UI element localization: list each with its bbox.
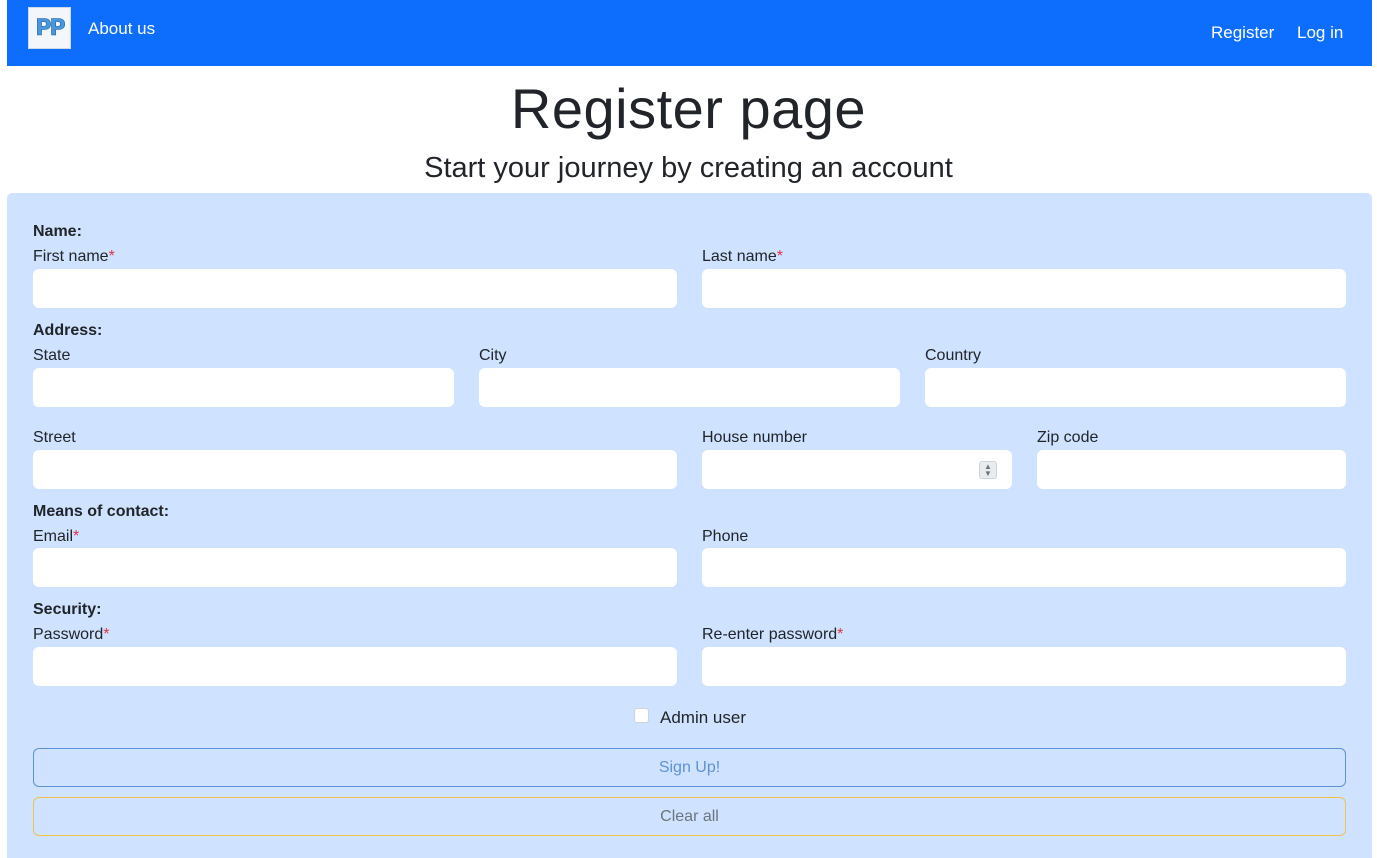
logo-text: PP xyxy=(35,15,66,41)
street-input[interactable] xyxy=(33,450,677,489)
city-label: City xyxy=(479,347,507,364)
page-subtitle: Start your journey by creating an accoun… xyxy=(424,152,953,184)
phone-input[interactable] xyxy=(702,548,1346,587)
state-label: State xyxy=(33,347,71,364)
last-name-input[interactable] xyxy=(702,269,1346,308)
sign-up-button[interactable]: Sign Up! xyxy=(33,748,1346,787)
required-marker: * xyxy=(837,626,844,643)
password-label: Password* xyxy=(33,626,109,644)
email-input[interactable] xyxy=(33,548,677,587)
last-name-label: Last name* xyxy=(702,248,783,266)
page-title: Register page xyxy=(510,77,867,140)
country-label: Country xyxy=(925,347,982,364)
house-number-label: House number xyxy=(702,429,807,446)
zip-code-input[interactable] xyxy=(1037,450,1346,489)
admin-user-label[interactable]: Admin user xyxy=(660,708,746,728)
password-label-text: Password xyxy=(33,626,104,643)
navbar: PP About us Register Log in xyxy=(7,0,1372,66)
first-name-label-text: First name xyxy=(33,248,109,265)
city-input[interactable] xyxy=(479,368,900,407)
nav-login[interactable]: Log in xyxy=(1297,23,1343,43)
phone-label: Phone xyxy=(702,528,749,545)
reenter-password-label: Re-enter password* xyxy=(702,626,843,644)
required-marker: * xyxy=(73,528,80,545)
nav-register[interactable]: Register xyxy=(1211,23,1274,43)
nav-about-us[interactable]: About us xyxy=(88,19,155,39)
clear-all-button[interactable]: Clear all xyxy=(33,797,1346,836)
section-contact: Means of contact: xyxy=(33,503,170,520)
reenter-password-label-text: Re-enter password xyxy=(702,626,838,643)
required-marker: * xyxy=(108,248,115,265)
email-label: Email* xyxy=(33,528,79,546)
section-name: Name: xyxy=(33,223,82,240)
required-marker: * xyxy=(776,248,783,265)
country-input[interactable] xyxy=(925,368,1346,407)
street-label: Street xyxy=(33,429,76,446)
first-name-label: First name* xyxy=(33,248,115,266)
admin-user-checkbox[interactable] xyxy=(634,708,649,723)
logo[interactable]: PP xyxy=(28,7,71,49)
first-name-input[interactable] xyxy=(33,269,677,308)
reenter-password-input[interactable] xyxy=(702,647,1346,686)
section-address: Address: xyxy=(33,322,103,339)
section-security: Security: xyxy=(33,601,102,618)
state-input[interactable] xyxy=(33,368,454,407)
required-marker: * xyxy=(103,626,110,643)
email-label-text: Email xyxy=(33,528,74,545)
zip-code-label: Zip code xyxy=(1037,429,1099,446)
house-number-input[interactable]: ▲ ▼ xyxy=(702,450,1012,489)
number-spinner-icon[interactable]: ▲ ▼ xyxy=(979,461,997,479)
last-name-label-text: Last name xyxy=(702,248,777,265)
password-input[interactable] xyxy=(33,647,677,686)
register-form: Name: First name* Last name* Address: St… xyxy=(7,193,1372,858)
